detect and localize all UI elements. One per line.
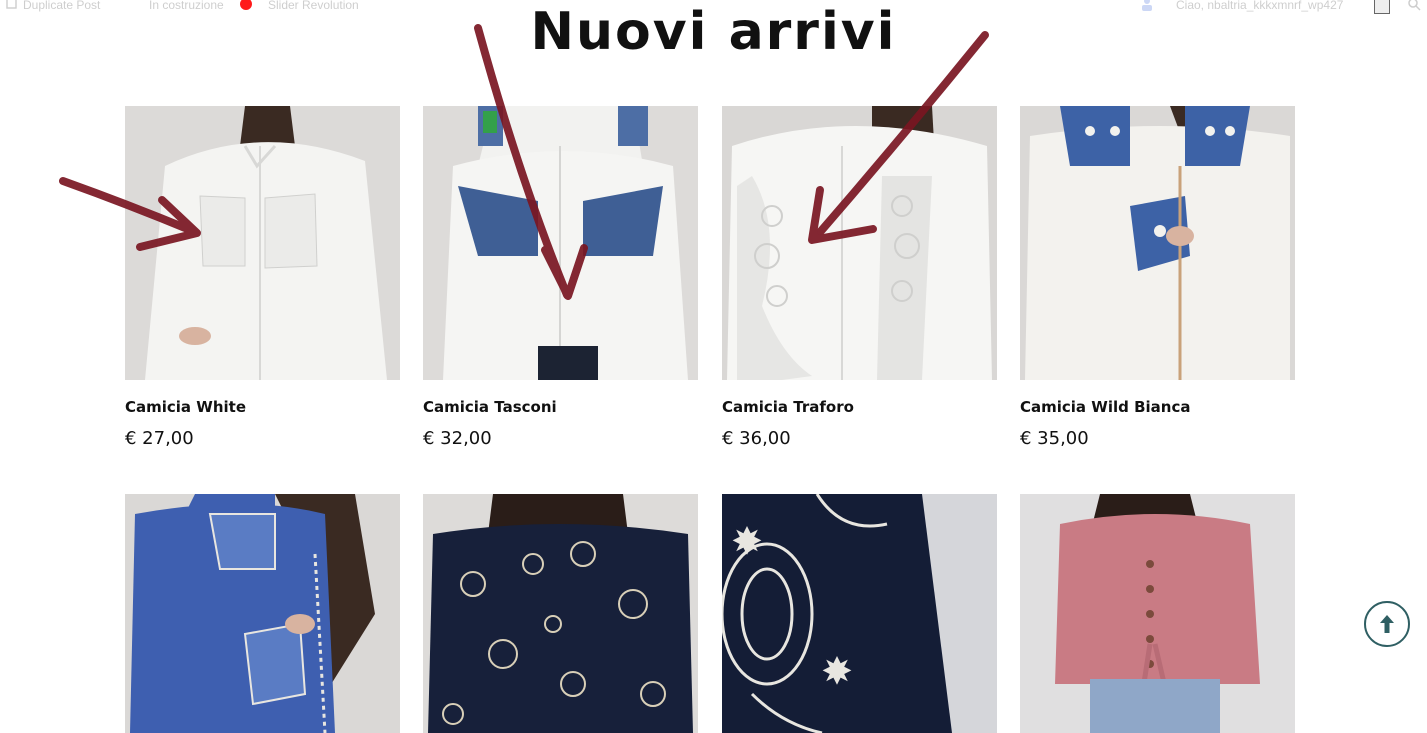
product-card[interactable] [423,494,698,733]
product-image[interactable] [423,106,698,380]
product-image[interactable] [125,494,400,733]
product-image[interactable] [125,106,400,380]
scroll-to-top-button[interactable] [1364,601,1410,647]
product-name[interactable]: Camicia Wild Bianca [1020,398,1190,416]
product-card[interactable] [722,494,997,733]
product-name[interactable]: Camicia Traforo [722,398,854,416]
product-card[interactable]: Camicia Tasconi € 32,00 [423,106,698,449]
product-price: € 32,00 [423,428,492,449]
arrow-up-icon [1380,615,1394,633]
product-price: € 27,00 [125,428,194,449]
product-card[interactable]: Camicia White € 27,00 [125,106,400,449]
product-card[interactable] [125,494,400,733]
product-image[interactable] [722,494,997,733]
product-image[interactable] [722,106,997,380]
product-card[interactable] [1020,494,1295,733]
product-card[interactable]: Camicia Traforo € 36,00 [722,106,997,449]
product-image[interactable] [1020,106,1295,380]
product-card[interactable]: Camicia Wild Bianca € 35,00 [1020,106,1295,449]
section-title: Nuovi arrivi [530,2,897,62]
product-price: € 35,00 [1020,428,1089,449]
product-name[interactable]: Camicia Tasconi [423,398,557,416]
product-image[interactable] [423,494,698,733]
product-price: € 36,00 [722,428,791,449]
product-name[interactable]: Camicia White [125,398,246,416]
product-image[interactable] [1020,494,1295,733]
